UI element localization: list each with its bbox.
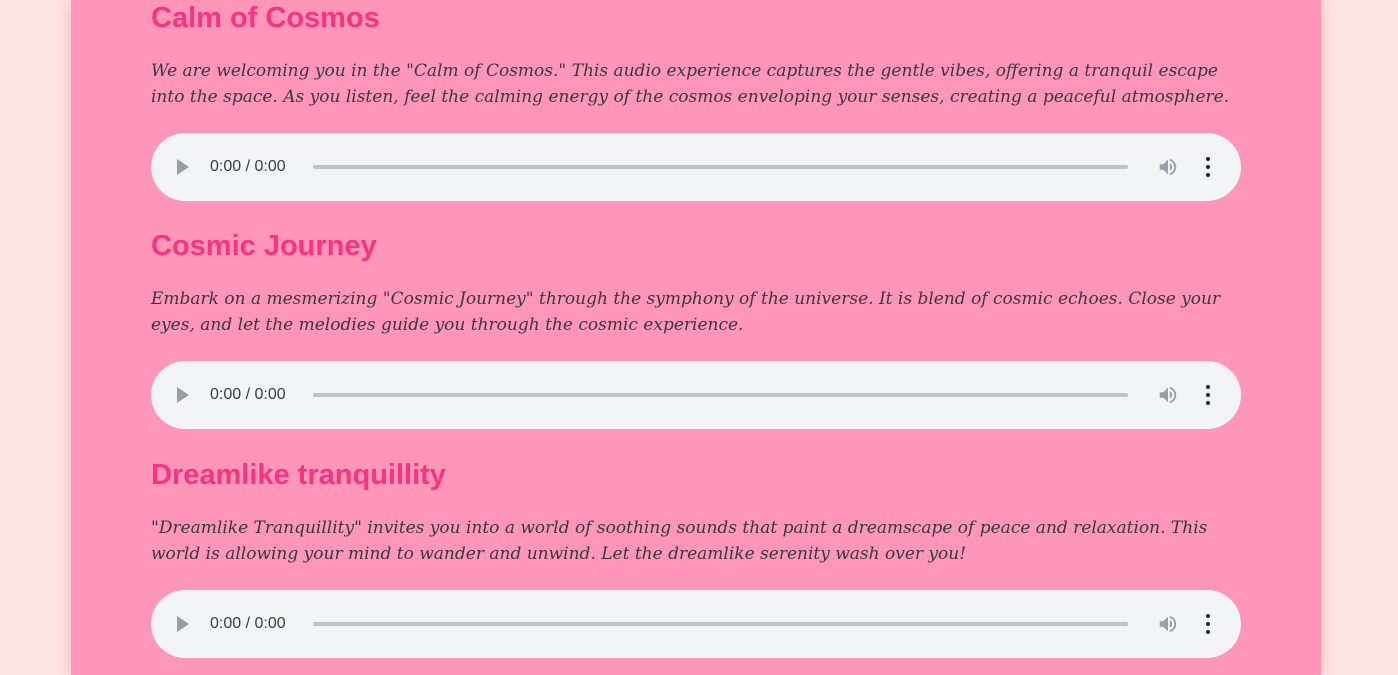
more-vert-icon[interactable] — [1205, 613, 1211, 635]
volume-icon[interactable] — [1156, 156, 1180, 178]
progress-slider[interactable] — [313, 165, 1128, 169]
progress-slider[interactable] — [313, 393, 1128, 397]
audio-player[interactable]: 0:00 / 0:00 — [151, 133, 1241, 201]
audio-player[interactable]: 0:00 / 0:00 — [151, 590, 1241, 658]
track-title: Calm of Cosmos — [151, 2, 380, 34]
track-section-dreamlike-tranquillity: Dreamlike tranquillity "Dreamlike Tranqu… — [151, 457, 1241, 658]
progress-slider[interactable] — [313, 622, 1128, 626]
play-icon[interactable] — [177, 387, 189, 403]
track-description: We are welcoming you in the "Calm of Cos… — [151, 61, 1230, 107]
volume-icon[interactable] — [1156, 613, 1180, 635]
play-icon[interactable] — [177, 159, 189, 175]
track-section-calm-of-cosmos: Calm of Cosmos We are welcoming you in t… — [151, 0, 1241, 201]
play-icon[interactable] — [177, 616, 189, 632]
time-display: 0:00 / 0:00 — [210, 386, 286, 403]
track-title: Dreamlike tranquillity — [151, 459, 446, 491]
track-title: Cosmic Journey — [151, 230, 377, 262]
more-vert-icon[interactable] — [1205, 156, 1211, 178]
track-description: Embark on a mesmerizing "Cosmic Journey"… — [151, 289, 1221, 335]
audio-player[interactable]: 0:00 / 0:00 — [151, 361, 1241, 429]
track-section-cosmic-journey: Cosmic Journey Embark on a mesmerizing "… — [151, 228, 1241, 429]
volume-icon[interactable] — [1156, 384, 1180, 406]
time-display: 0:00 / 0:00 — [210, 158, 286, 175]
time-display: 0:00 / 0:00 — [210, 615, 286, 632]
content-panel: Calm of Cosmos We are welcoming you in t… — [71, 0, 1321, 675]
track-description: "Dreamlike Tranquillity" invites you int… — [151, 518, 1208, 564]
more-vert-icon[interactable] — [1205, 384, 1211, 406]
